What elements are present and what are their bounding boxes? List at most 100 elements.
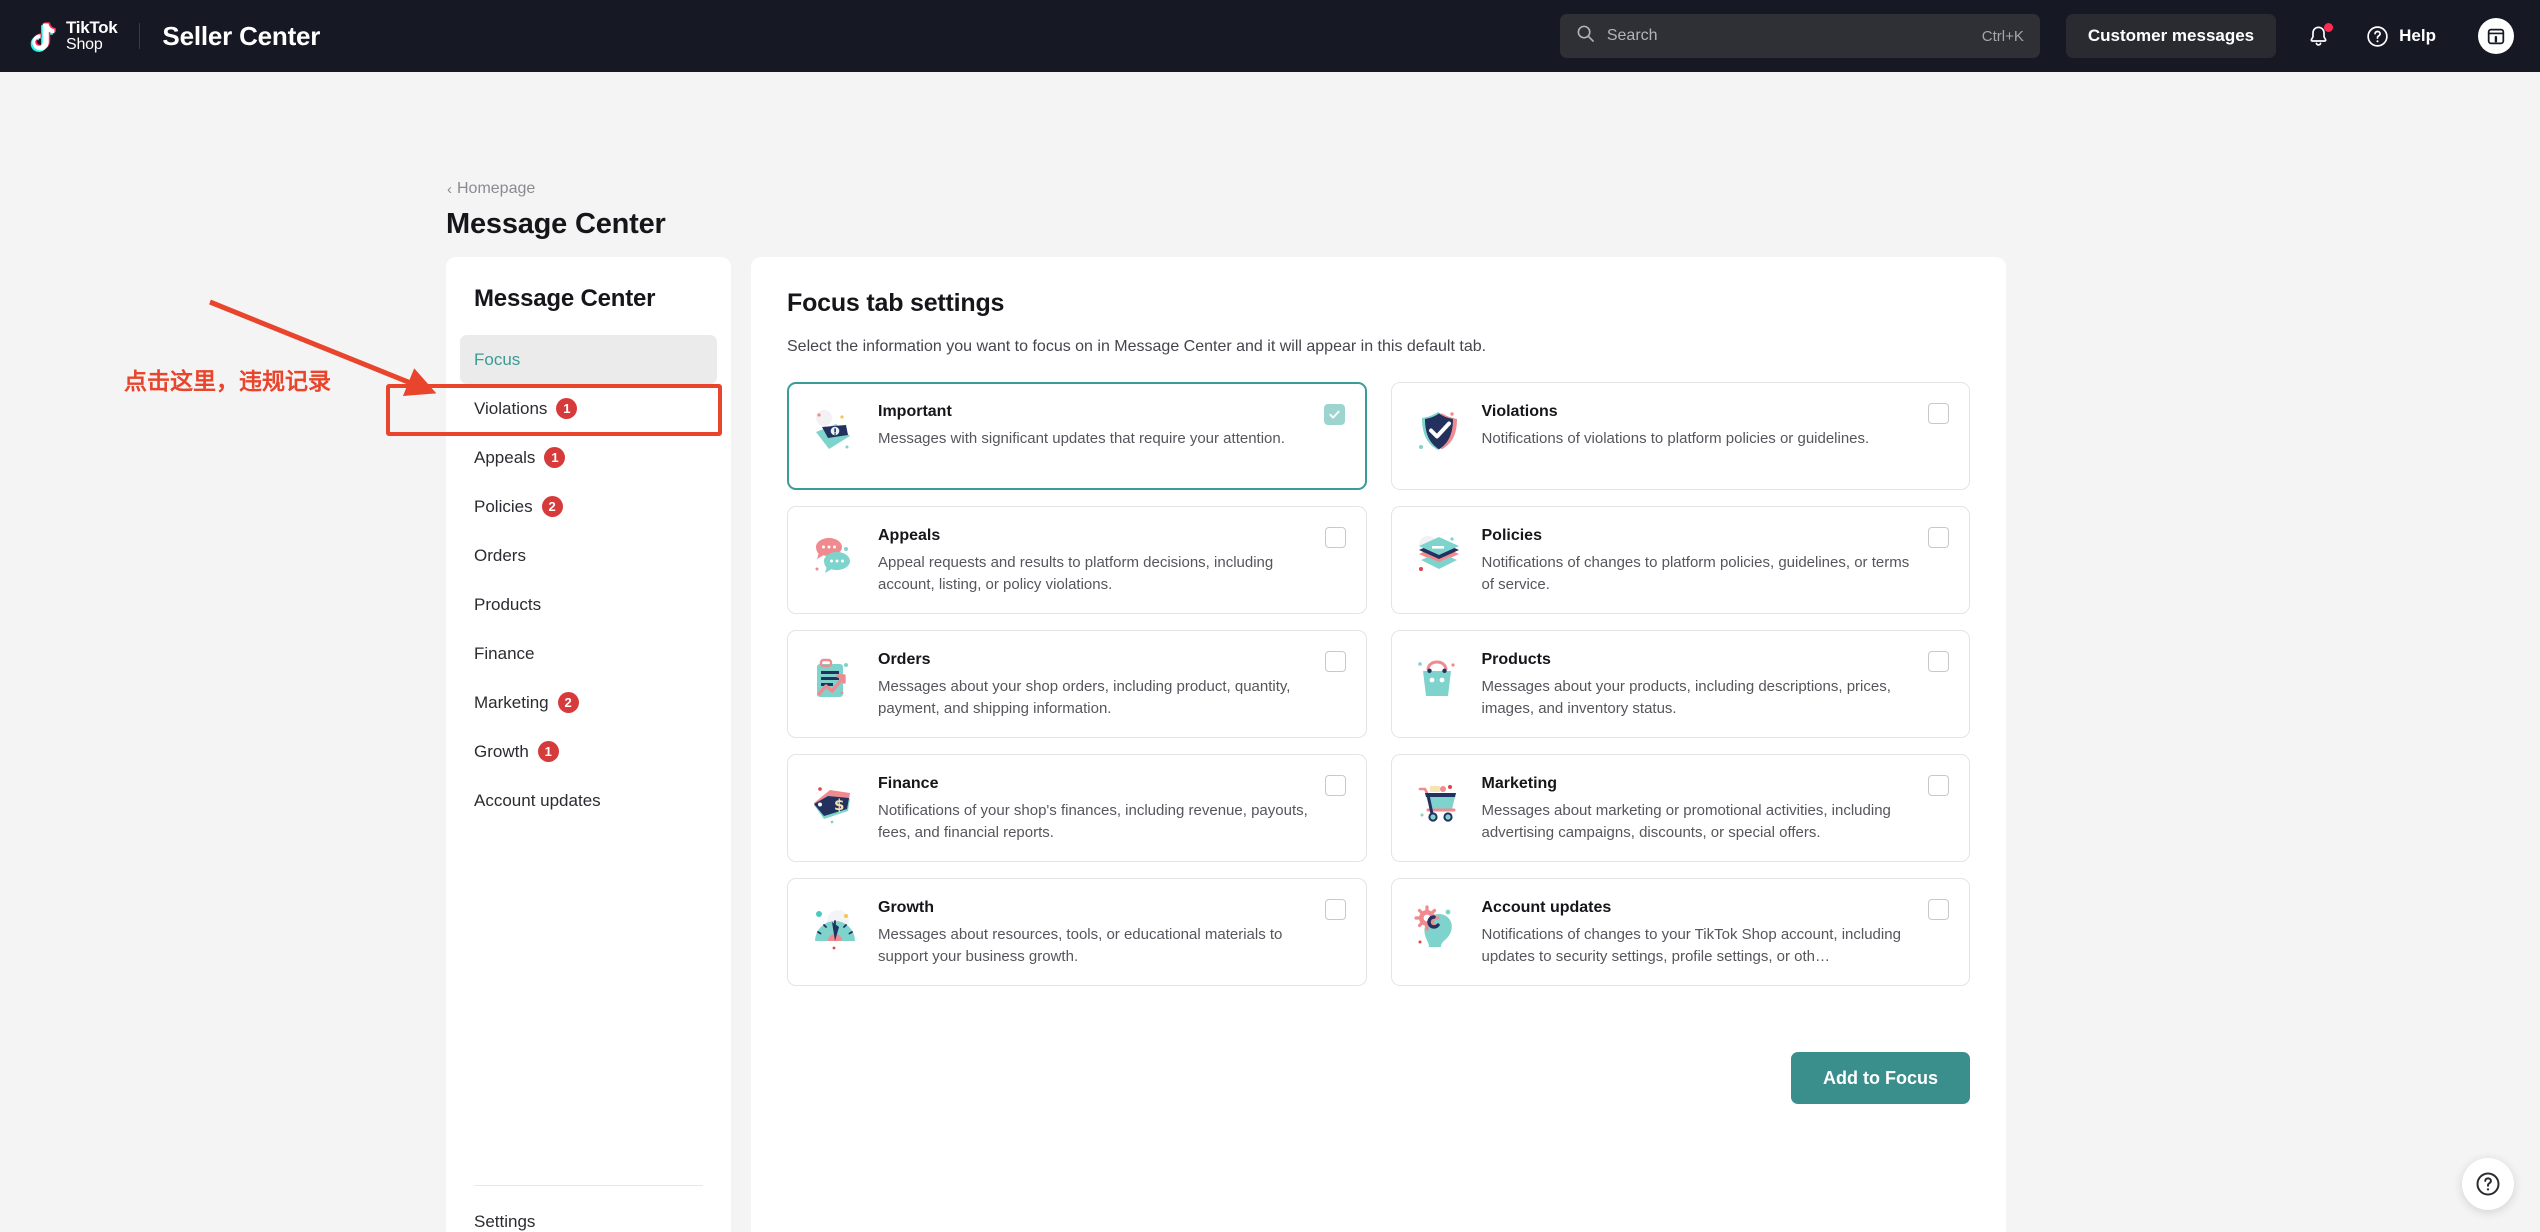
- sidebar-item-policies[interactable]: Policies 2: [460, 482, 717, 531]
- search-placeholder: Search: [1606, 27, 1658, 44]
- tiktok-note-icon: [22, 16, 62, 56]
- focus-option-important[interactable]: Important Messages with significant upda…: [787, 382, 1367, 490]
- focus-option-checkbox[interactable]: [1324, 775, 1346, 796]
- focus-option-orders[interactable]: Orders Messages about your shop orders, …: [787, 630, 1367, 738]
- shopping-bag-icon: [1412, 653, 1466, 707]
- focus-option-growth[interactable]: Growth Messages about resources, tools, …: [787, 878, 1367, 986]
- focus-option-checkbox[interactable]: [1928, 651, 1949, 672]
- focus-option-title: Violations: [1481, 403, 1558, 420]
- sidebar-item-label: Orders: [474, 545, 526, 565]
- sidebar-item-appeals[interactable]: Appeals 1: [460, 433, 717, 482]
- focus-option-marketing[interactable]: Marketing Messages about marketing or pr…: [1390, 754, 1970, 862]
- sidebar-item-label: Products: [474, 594, 542, 614]
- brand-wordmark-line2: Shop: [66, 36, 103, 53]
- focus-option-checkbox[interactable]: [1928, 527, 1949, 548]
- brand-logo[interactable]: TikTok Shop: [22, 16, 118, 56]
- question-circle-icon: [2367, 25, 2388, 47]
- layers-icon: [1412, 529, 1466, 583]
- svg-text:$: $: [834, 796, 844, 814]
- floating-help-button[interactable]: [2462, 1158, 2514, 1210]
- speech-bubbles-icon: [808, 529, 862, 583]
- sidebar-item-label: Account updates: [474, 790, 601, 810]
- focus-option-title: Products: [1481, 651, 1551, 668]
- focus-option-body: Account updates Notifications of changes…: [1482, 899, 1950, 968]
- focus-option-body: Policies Notifications of changes to pla…: [1482, 527, 1950, 596]
- panel-footer-actions: Add to Focus: [787, 1052, 1970, 1104]
- focus-option-body: Finance Notifications of your shop's fin…: [878, 775, 1346, 844]
- focus-option-title: Orders: [878, 651, 931, 668]
- price-tag-dollar-icon: $: [808, 777, 862, 831]
- sidebar-item-finance[interactable]: Finance: [460, 629, 717, 678]
- shopping-cart-icon: [1412, 777, 1466, 831]
- focus-option-title: Marketing: [1481, 775, 1558, 792]
- customer-messages-button[interactable]: Customer messages: [2065, 14, 2277, 58]
- focus-option-title: Important: [878, 403, 952, 420]
- focus-option-description: Notifications of changes to your TikTok …: [1481, 926, 1901, 965]
- focus-option-policies[interactable]: Policies Notifications of changes to pla…: [1390, 506, 1970, 614]
- question-circle-icon: [2476, 1172, 2500, 1196]
- sidebar-footer: Settings: [474, 1185, 703, 1232]
- focus-option-description: Notifications of your shop's finances, i…: [878, 802, 1308, 841]
- sidebar-item-account-updates[interactable]: Account updates: [460, 776, 717, 825]
- focus-option-appeals[interactable]: Appeals Appeal requests and results to p…: [787, 506, 1367, 614]
- notification-dot-badge: [2324, 22, 2334, 32]
- sidebar-settings-link[interactable]: Settings: [474, 1212, 535, 1232]
- envelope-alert-icon: [808, 405, 862, 459]
- search-input[interactable]: Search Ctrl+K: [1559, 14, 2040, 58]
- panel-subheading: Select the information you want to focus…: [787, 338, 1487, 355]
- sidebar-item-growth[interactable]: Growth 1: [460, 727, 717, 776]
- sidebar-item-marketing[interactable]: Marketing 2: [460, 678, 717, 727]
- focus-option-finance[interactable]: $ Finance Notifications of your shop's f…: [787, 754, 1367, 862]
- sidebar-title: Message Center: [474, 285, 656, 312]
- panel-heading: Focus tab settings: [787, 289, 1005, 317]
- shield-check-icon: [1412, 405, 1466, 459]
- sidebar-item-orders[interactable]: Orders: [460, 531, 717, 580]
- sidebar-item-label: Appeals: [474, 447, 536, 467]
- focus-option-title: Finance: [878, 775, 939, 792]
- sidebar-item-label: Marketing: [474, 692, 549, 712]
- focus-option-description: Notifications of violations to platform …: [1481, 430, 1870, 447]
- focus-option-checkbox[interactable]: [1928, 403, 1949, 424]
- brand-wordmark-line1: TikTok: [66, 18, 118, 37]
- sidebar-item-focus[interactable]: Focus: [460, 335, 717, 384]
- head-gear-icon: [1412, 901, 1466, 955]
- notifications-button[interactable]: [2306, 22, 2334, 49]
- focus-option-violations[interactable]: Violations Notifications of violations t…: [1390, 382, 1970, 490]
- focus-option-title: Appeals: [878, 527, 941, 544]
- focus-option-account-updates[interactable]: Account updates Notifications of changes…: [1390, 878, 1970, 986]
- sidebar-item-label: Growth: [474, 741, 529, 761]
- page-body: ‹ Homepage Message Center Message Center…: [0, 72, 2540, 1232]
- focus-option-body: Growth Messages about resources, tools, …: [878, 899, 1346, 968]
- sidebar-item-label: Policies: [474, 496, 533, 516]
- avatar[interactable]: [2478, 18, 2514, 54]
- focus-option-body: Important Messages with significant upda…: [878, 403, 1346, 450]
- app-title: Seller Center: [162, 20, 321, 51]
- focus-option-description: Messages about your shop orders, includi…: [878, 678, 1291, 717]
- focus-option-checkbox[interactable]: [1323, 404, 1345, 425]
- top-header-bar: TikTok Shop Seller Center Search Ctrl+K …: [0, 0, 2540, 72]
- sidebar-item-products[interactable]: Products: [460, 580, 717, 629]
- breadcrumb-homepage-link[interactable]: Homepage: [457, 180, 535, 198]
- brand-wordmark: TikTok Shop: [66, 18, 118, 53]
- focus-option-body: Marketing Messages about marketing or pr…: [1482, 775, 1950, 844]
- focus-option-checkbox[interactable]: [1324, 527, 1346, 548]
- focus-option-checkbox[interactable]: [1324, 899, 1346, 920]
- focus-option-description: Messages with significant updates that r…: [878, 430, 1285, 447]
- shop-avatar-icon: [2487, 28, 2505, 45]
- focus-option-description: Messages about your products, including …: [1481, 678, 1891, 717]
- breadcrumb[interactable]: ‹ Homepage: [447, 180, 535, 198]
- sidebar-item-badge: 1: [544, 447, 566, 468]
- focus-option-description: Notifications of changes to platform pol…: [1481, 554, 1910, 593]
- focus-option-description: Messages about marketing or promotional …: [1481, 802, 1891, 841]
- focus-option-checkbox[interactable]: [1928, 899, 1949, 920]
- focus-option-checkbox[interactable]: [1324, 651, 1346, 672]
- add-to-focus-button[interactable]: Add to Focus: [1791, 1052, 1970, 1104]
- clipboard-chart-icon: [808, 653, 862, 707]
- focus-option-title: Account updates: [1481, 899, 1612, 916]
- search-shortcut-hint: Ctrl+K: [1981, 27, 2024, 45]
- header-right-group: Search Ctrl+K Customer messages Help: [1559, 14, 2514, 58]
- focus-option-checkbox[interactable]: [1928, 775, 1949, 796]
- focus-option-products[interactable]: Products Messages about your products, i…: [1390, 630, 1970, 738]
- focus-option-description: Appeal requests and results to platform …: [878, 554, 1274, 593]
- help-button[interactable]: Help: [2365, 24, 2436, 49]
